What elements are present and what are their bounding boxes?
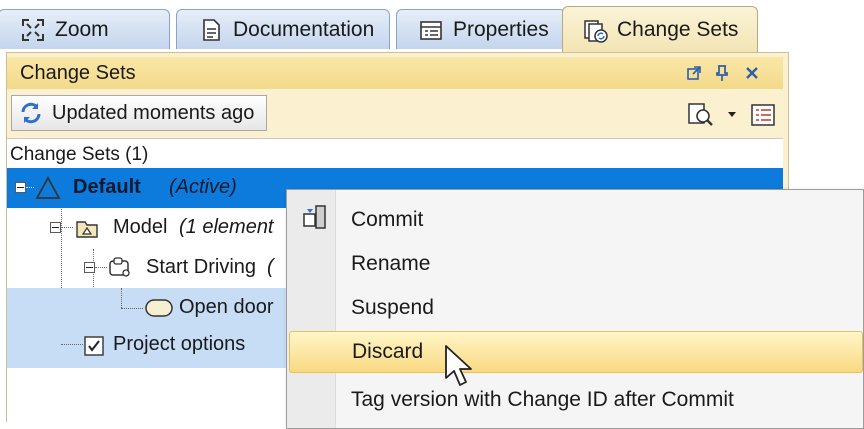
tree-item-label: Project options bbox=[113, 333, 246, 355]
document-icon bbox=[199, 18, 223, 42]
menu-item-rename[interactable]: Rename bbox=[289, 244, 863, 284]
collapse-toggle[interactable] bbox=[50, 222, 61, 233]
panel-title-bar: Change Sets bbox=[7, 57, 783, 89]
change-sets-icon bbox=[583, 18, 608, 43]
action-icon bbox=[144, 298, 174, 318]
dropdown-arrow-icon[interactable] bbox=[725, 104, 739, 124]
tab-label: Documentation bbox=[233, 17, 375, 41]
tree-item-suffix: (Active) bbox=[169, 176, 237, 198]
tree-item-suffix: ( bbox=[267, 256, 274, 278]
tree-item-label: Model bbox=[113, 216, 168, 238]
list-options-icon[interactable] bbox=[749, 102, 777, 128]
tab-strip: Zoom Documentation Properties Change Set… bbox=[0, 0, 864, 52]
panel-title: Change Sets bbox=[20, 61, 136, 84]
tree-item-label: Start Driving bbox=[146, 256, 257, 278]
tab-label: Zoom bbox=[55, 17, 109, 41]
find-icon[interactable] bbox=[687, 102, 715, 128]
tab-properties[interactable]: Properties bbox=[396, 9, 566, 49]
tab-zoom[interactable]: Zoom bbox=[0, 9, 170, 49]
change-set-icon bbox=[35, 176, 61, 200]
checkbox-checked-icon[interactable] bbox=[84, 336, 104, 356]
tab-documentation[interactable]: Documentation bbox=[176, 9, 390, 49]
tree-item-label: Open door bbox=[179, 296, 274, 318]
collapse-toggle[interactable] bbox=[84, 262, 95, 273]
tree-item-suffix: (1 element bbox=[179, 216, 274, 238]
package-icon bbox=[75, 217, 99, 239]
zoom-icon bbox=[21, 18, 45, 42]
tab-label: Properties bbox=[453, 17, 549, 41]
tab-label: Change Sets bbox=[617, 17, 739, 41]
panel-toolbar: Updated moments ago bbox=[7, 90, 783, 136]
refresh-button[interactable]: Updated moments ago bbox=[11, 95, 267, 131]
tab-change-sets[interactable]: Change Sets bbox=[562, 6, 758, 52]
collapse-toggle[interactable] bbox=[15, 182, 26, 193]
tree-header: Change Sets (1) bbox=[10, 143, 149, 165]
use-case-icon bbox=[107, 256, 133, 280]
tree-item-label: Default bbox=[73, 176, 141, 198]
mouse-cursor-icon bbox=[443, 344, 473, 390]
close-icon[interactable] bbox=[741, 57, 763, 89]
menu-item-tag-version[interactable]: Tag version with Change ID after Commit bbox=[289, 380, 863, 420]
menu-item-commit[interactable]: Commit bbox=[289, 200, 863, 240]
refresh-icon bbox=[18, 100, 44, 126]
refresh-status-label: Updated moments ago bbox=[52, 101, 255, 124]
context-menu: Commit Rename Suspend Discard Tag versio… bbox=[286, 189, 864, 429]
detach-icon[interactable] bbox=[683, 57, 705, 89]
menu-item-discard[interactable]: Discard bbox=[289, 331, 863, 373]
menu-item-suspend[interactable]: Suspend bbox=[289, 288, 863, 328]
pin-icon[interactable] bbox=[711, 57, 733, 89]
properties-icon bbox=[419, 18, 443, 42]
